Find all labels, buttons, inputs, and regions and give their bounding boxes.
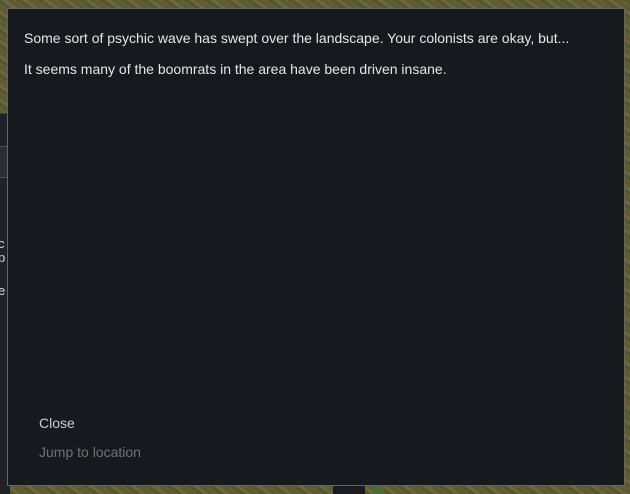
background-text-fragment: c: [0, 236, 5, 251]
jump-to-location-option[interactable]: Jump to location: [39, 443, 141, 461]
event-letter-dialog: Some sort of psychic wave has swept over…: [7, 8, 625, 486]
game-screen: c p e Some sort of psychic wave has swep…: [0, 0, 630, 494]
close-option[interactable]: Close: [39, 414, 75, 432]
message-line: It seems many of the boomrats in the are…: [24, 61, 447, 77]
background-text-fragment: p: [0, 250, 6, 265]
background-text-fragment: e: [0, 283, 6, 298]
background-bottom-strip: [333, 486, 365, 494]
letter-message: Some sort of psychic wave has swept over…: [24, 29, 614, 91]
message-line: Some sort of psychic wave has swept over…: [24, 30, 570, 46]
